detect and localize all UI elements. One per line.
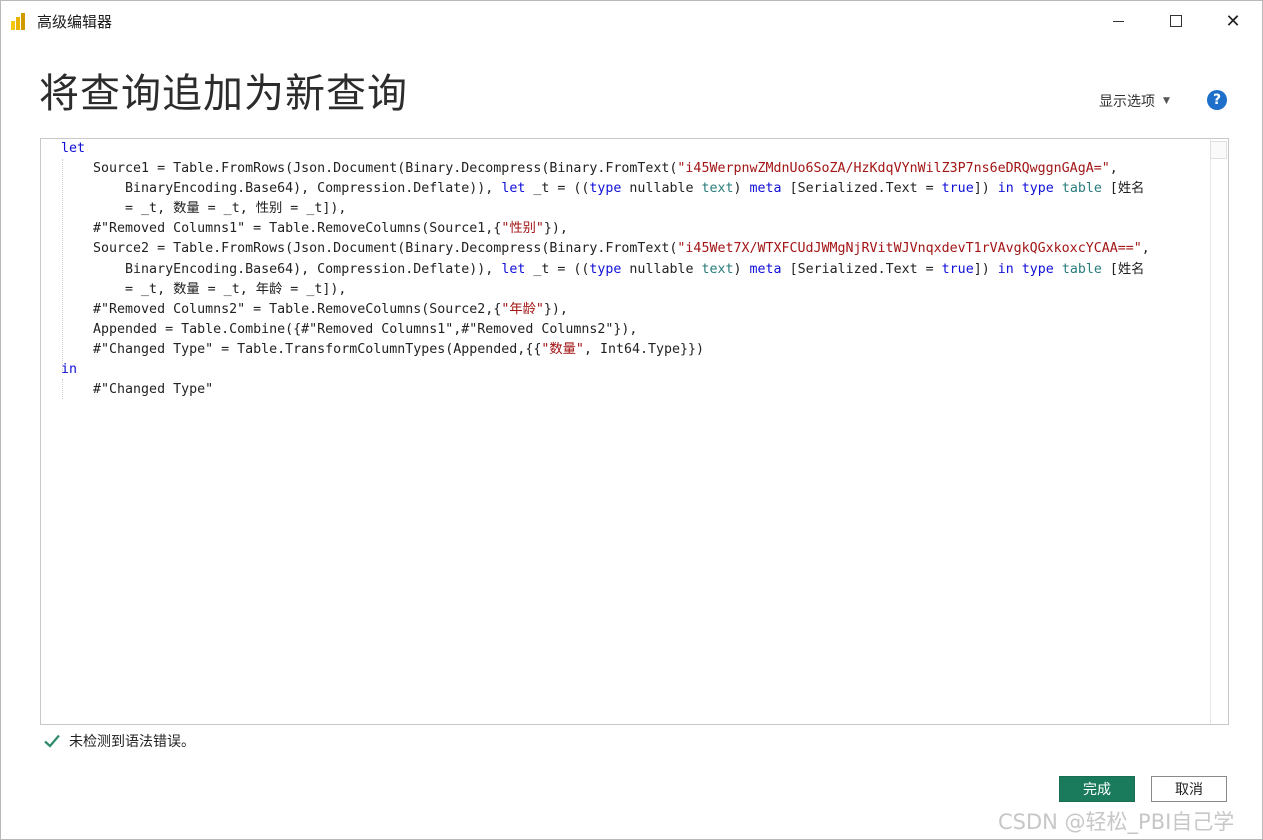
- code-token: type: [589, 261, 622, 277]
- display-options-dropdown[interactable]: 显示选项 ▼: [1099, 91, 1170, 111]
- code-token: let: [501, 261, 526, 277]
- code-token: Source1 = Table.FromRows(Json.Document(B…: [61, 161, 678, 177]
- code-token: "年龄": [501, 301, 544, 317]
- code-line[interactable]: #"Changed Type": [61, 380, 1150, 400]
- code-text[interactable]: let Source1 = Table.FromRows(Json.Docume…: [61, 139, 1150, 400]
- code-token: meta: [749, 261, 782, 277]
- code-line[interactable]: Source2 = Table.FromRows(Json.Document(B…: [61, 239, 1150, 259]
- advanced-editor-window: 高级编辑器 ✕ 将查询追加为新查询 显示选项 ▼ ? let Source1 =…: [0, 0, 1263, 840]
- code-token: text: [701, 261, 734, 277]
- code-token: [姓名: [1101, 181, 1145, 197]
- code-token: type: [1021, 261, 1054, 277]
- code-token: table: [1061, 261, 1102, 277]
- code-token: ,: [1141, 241, 1150, 257]
- code-token: = _t, 数量 = _t, 年龄 = _t]),: [61, 281, 347, 297]
- code-token: ]): [973, 261, 998, 277]
- code-token: ,: [1109, 161, 1118, 177]
- window-title: 高级编辑器: [37, 13, 113, 31]
- code-token: }),: [543, 221, 568, 237]
- code-token: "数量": [541, 341, 584, 357]
- code-token: [Serialized.Text =: [781, 261, 942, 277]
- code-token: Source2 = Table.FromRows(Json.Document(B…: [61, 241, 678, 257]
- code-token: ]): [973, 181, 998, 197]
- code-token: "i45Wet7X/WTXFCUdJWMgNjRVitWJVnqxdevT1rV…: [677, 241, 1142, 257]
- code-token: ): [733, 261, 750, 277]
- page-title: 将查询追加为新查询: [39, 71, 408, 117]
- code-token: BinaryEncoding.Base64), Compression.Defl…: [61, 261, 502, 277]
- code-token: true: [941, 181, 974, 197]
- code-token: nullable: [621, 261, 702, 277]
- help-icon[interactable]: ?: [1207, 90, 1227, 110]
- title-bar[interactable]: 高级编辑器 ✕: [1, 1, 1262, 41]
- code-token: in: [997, 181, 1014, 197]
- vertical-scrollbar[interactable]: [1210, 139, 1228, 724]
- code-token: "i45WerpnwZMdnUo6SoZA/HzKdqVYnWilZ3P7ns6…: [677, 161, 1110, 177]
- code-line[interactable]: Appended = Table.Combine({#"Removed Colu…: [61, 320, 1150, 340]
- code-line[interactable]: BinaryEncoding.Base64), Compression.Defl…: [61, 260, 1150, 280]
- code-token: true: [941, 261, 974, 277]
- code-token: ): [733, 181, 750, 197]
- maximize-button[interactable]: [1147, 1, 1205, 41]
- done-button[interactable]: 完成: [1059, 776, 1135, 802]
- check-icon: [44, 734, 60, 748]
- code-token: type: [589, 181, 622, 197]
- code-token: _t = ((: [525, 181, 590, 197]
- code-token: "性别": [501, 221, 544, 237]
- close-button[interactable]: ✕: [1204, 1, 1262, 41]
- code-token: let: [61, 141, 86, 156]
- code-token: #"Removed Columns1" = Table.RemoveColumn…: [61, 221, 502, 237]
- code-token: nullable: [621, 181, 702, 197]
- code-token: [姓名: [1101, 261, 1145, 277]
- code-line[interactable]: #"Changed Type" = Table.TransformColumnT…: [61, 340, 1150, 360]
- code-token: #"Changed Type": [61, 382, 214, 398]
- code-line[interactable]: BinaryEncoding.Base64), Compression.Defl…: [61, 179, 1150, 199]
- code-token: text: [701, 181, 734, 197]
- code-line[interactable]: #"Removed Columns2" = Table.RemoveColumn…: [61, 300, 1150, 320]
- maximize-icon: [1170, 15, 1182, 27]
- power-bi-logo-icon: [11, 12, 27, 30]
- code-token: }),: [543, 301, 568, 317]
- code-line[interactable]: #"Removed Columns1" = Table.RemoveColumn…: [61, 219, 1150, 239]
- code-token: meta: [749, 181, 782, 197]
- watermark: CSDN @轻松_PBI自己学: [998, 810, 1235, 834]
- code-line[interactable]: = _t, 数量 = _t, 性别 = _t]),: [61, 199, 1150, 219]
- code-line[interactable]: in: [61, 360, 1150, 380]
- code-token: BinaryEncoding.Base64), Compression.Defl…: [61, 181, 502, 197]
- code-token: table: [1061, 181, 1102, 197]
- code-token: type: [1021, 181, 1054, 197]
- code-editor[interactable]: let Source1 = Table.FromRows(Json.Docume…: [40, 138, 1229, 725]
- close-icon: ✕: [1225, 10, 1241, 32]
- scrollbar-thumb[interactable]: [1210, 141, 1227, 159]
- code-token: = _t, 数量 = _t, 性别 = _t]),: [61, 201, 347, 217]
- code-token: Appended = Table.Combine({#"Removed Colu…: [61, 321, 638, 337]
- chevron-down-icon: ▼: [1163, 96, 1170, 106]
- display-options-label: 显示选项: [1099, 94, 1155, 110]
- code-token: in: [997, 261, 1014, 277]
- code-token: #"Changed Type" = Table.TransformColumnT…: [61, 341, 542, 357]
- code-token: #"Removed Columns2" = Table.RemoveColumn…: [61, 301, 502, 317]
- code-token: [Serialized.Text =: [781, 181, 942, 197]
- cancel-button[interactable]: 取消: [1151, 776, 1227, 802]
- minimize-icon: [1112, 20, 1124, 22]
- code-line[interactable]: let: [61, 139, 1150, 159]
- code-line[interactable]: = _t, 数量 = _t, 年龄 = _t]),: [61, 280, 1150, 300]
- syntax-status: 未检测到语法错误。: [43, 731, 195, 751]
- code-token: _t = ((: [525, 261, 590, 277]
- code-token: , Int64.Type}}): [583, 341, 705, 357]
- code-line[interactable]: Source1 = Table.FromRows(Json.Document(B…: [61, 159, 1150, 179]
- minimize-button[interactable]: [1089, 1, 1147, 41]
- code-token: let: [501, 181, 526, 197]
- syntax-status-message: 未检测到语法错误。: [69, 734, 195, 750]
- code-token: in: [61, 362, 78, 378]
